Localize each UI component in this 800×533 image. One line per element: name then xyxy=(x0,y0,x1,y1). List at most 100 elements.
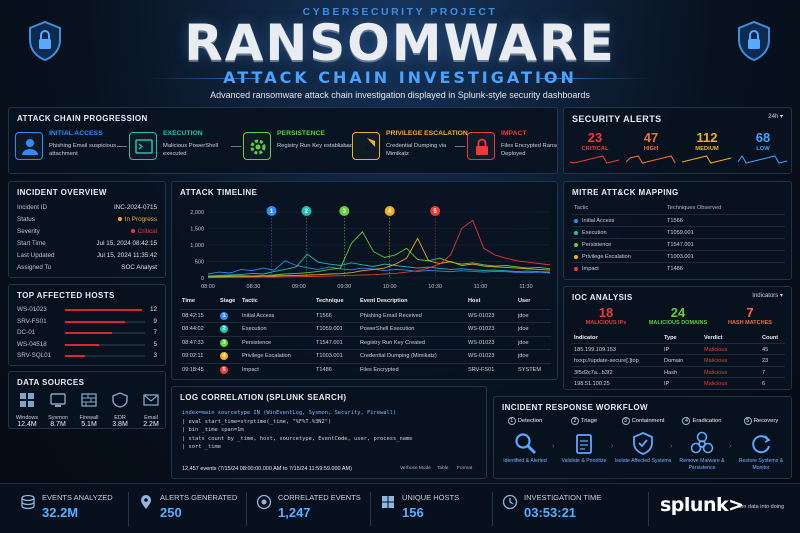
table-row[interactable]: 198.51.100.25 IP Malicious 6 xyxy=(572,376,785,389)
table-row[interactable]: 08:44:02 2 Execution T1059.001 PowerShell Ex… xyxy=(180,322,551,334)
stat-events-analyzed: EVENTS ANALYZED 32.2M xyxy=(20,491,130,527)
table-row[interactable]: 09:02:11 4 Privilege Escalation T1003.001 Cr… xyxy=(180,349,551,361)
chain-arrow xyxy=(455,146,465,147)
tactic-name: Impact xyxy=(582,266,599,272)
stage-description: Credential Dumping via Mimikatz xyxy=(386,143,447,157)
indicator-filter-dropdown[interactable]: Indicators ▾ xyxy=(752,292,783,299)
data-source-windows[interactable]: Windows 12.4M xyxy=(12,391,42,428)
ioc-summary-0[interactable]: 18 MALICIOUS IPs xyxy=(572,305,640,326)
stat-investigation-time: INVESTIGATION TIME 03:53:21 xyxy=(502,491,612,527)
table-row[interactable]: 185.199.109.153 IP Malicious 45 xyxy=(572,343,785,355)
table-row[interactable]: hxxp://update-secure[.]top Domain Maliciou… xyxy=(572,354,785,366)
splunk-search-query[interactable]: index=main sourcetype IN (WinEventLog, S… xyxy=(182,409,412,452)
alert-high[interactable]: 47 HIGH xyxy=(625,130,676,171)
workflow-arrow: › xyxy=(552,443,555,450)
data-source-email[interactable]: Email 2.2M xyxy=(136,391,165,428)
page-title: RANSOMWARE xyxy=(184,14,616,72)
alert-count: 23 xyxy=(587,130,603,145)
step-description: Identified & Alerted xyxy=(503,458,547,464)
table-cell: 08:42:15 xyxy=(182,312,204,319)
attack-stage-execution[interactable]: EXECUTION Malicious PowerShell executed xyxy=(129,130,241,172)
x-tick-label: 08:00 xyxy=(201,284,215,290)
data-source-edr[interactable]: EDR 3.8M xyxy=(105,391,135,428)
host-row[interactable]: WS-01023 12 xyxy=(17,306,157,313)
pin-icon xyxy=(138,494,154,510)
workflow-step-triage[interactable]: 2 Triage Validate & Prioritize xyxy=(555,417,613,465)
host-bar-track xyxy=(65,320,146,323)
mitre-row[interactable]: Execution T1059.001 xyxy=(572,226,785,238)
data-source-volume: 2.2M xyxy=(143,421,159,428)
column-header: Host xyxy=(468,298,481,304)
table-row[interactable]: 08:47:33 3 Persistence T1547.001 Registry Ru… xyxy=(180,335,551,348)
alert-critical[interactable]: 23 CRITICAL xyxy=(569,130,620,171)
table-row[interactable]: 08:42:15 1 Initial Access T1566 Phishing Ema… xyxy=(180,308,551,321)
padlock-icon xyxy=(467,132,495,160)
table-cell: hxxp://update-secure[.]top xyxy=(574,358,639,365)
attack-stage-privilege-escalation[interactable]: PRIVILEGE ESCALATION Credential Dumping v… xyxy=(352,130,468,172)
ioc-summary-2[interactable]: 7 HASH MATCHES xyxy=(716,305,784,326)
mitre-row[interactable]: Persistence T1547.001 xyxy=(572,238,785,250)
view-mode-1[interactable]: Table xyxy=(437,466,448,471)
view-mode-2[interactable]: Format xyxy=(457,466,472,471)
host-bar-track xyxy=(65,332,146,334)
workflow-step-detection[interactable]: 1 Detection Identified & Alerted xyxy=(496,417,554,465)
clipboard-icon xyxy=(571,431,597,455)
host-row[interactable]: SRV-FS01 9 xyxy=(17,318,157,325)
mitre-row[interactable]: Initial Access T1566 xyxy=(572,214,785,226)
mitre-row[interactable]: Impact T1486 xyxy=(572,262,785,274)
x-tick-label: 08:30 xyxy=(247,284,261,290)
table-cell: 09:02:11 xyxy=(182,353,204,360)
mitre-row[interactable]: Privilege Escalation T1003.001 xyxy=(572,250,785,262)
view-mode-0[interactable]: Verbose Mode xyxy=(400,466,431,471)
column-header: Stage xyxy=(220,298,236,304)
data-source-sysmon[interactable]: Sysmon 8.7M xyxy=(43,391,73,428)
workflow-step-containment[interactable]: 3 Containment Isolate Affected Systems xyxy=(614,417,672,465)
stat-value: 1,247 xyxy=(278,505,311,520)
table-cell: IP xyxy=(664,380,670,387)
alert-medium[interactable]: 112 MEDIUM xyxy=(681,130,732,171)
alert-sparkline xyxy=(569,155,620,164)
table-cell: PowerShell Execution xyxy=(360,326,415,333)
host-row[interactable]: DC-01 7 xyxy=(17,329,157,336)
table-cell: jdoe xyxy=(518,326,529,333)
chain-arrow xyxy=(117,146,127,147)
ioc-summary-1[interactable]: 24 MALICIOUS DOMAINS xyxy=(644,305,712,326)
workflow-step-recovery[interactable]: 5 Recovery Restore Systems & Monitor xyxy=(732,417,790,472)
step-header: 5 Recovery xyxy=(732,417,790,425)
tactic-name: Initial Access xyxy=(582,218,615,224)
panel-title: INCIDENT OVERVIEW xyxy=(17,188,107,197)
column-header: Count xyxy=(762,335,779,341)
attack-stage-impact[interactable]: IMPACT Files Encrypted Ransom Note Deploy… xyxy=(467,130,557,172)
table-row[interactable]: 3f5d2c7a...b3f2 Hash Malicious 7 xyxy=(572,365,785,378)
host-row[interactable]: SRV-SQL01 3 xyxy=(17,352,157,359)
table-cell: jdoe xyxy=(518,339,529,346)
table-cell: Registry Run Key Created xyxy=(360,339,425,346)
table-cell: jdoe xyxy=(518,312,529,319)
table-row[interactable]: 09:18:45 5 Impact T1486 Files Encrypted SRV-F… xyxy=(180,363,551,375)
gear-icon xyxy=(243,132,271,160)
host-row[interactable]: WS-04518 5 xyxy=(17,341,157,348)
column-header: Event Description xyxy=(360,298,408,304)
alert-low[interactable]: 68 LOW xyxy=(737,130,788,171)
field-label: Severity xyxy=(17,228,40,235)
chain-arrow xyxy=(340,146,350,147)
column-header: Tactic xyxy=(242,298,258,304)
tactic-color-dot xyxy=(574,243,578,247)
attack-stage-persistence[interactable]: PERSISTENCE Registry Run Key established xyxy=(243,130,355,172)
panel-title: LOG CORRELATION (SPLUNK SEARCH) xyxy=(180,393,347,402)
step-description: Isolate Affected Systems xyxy=(614,458,672,464)
database-icon xyxy=(20,494,36,510)
stage-description: Malicious PowerShell executed xyxy=(163,143,219,157)
table-cell: T1059.001 xyxy=(316,326,343,333)
time-range-dropdown[interactable]: 24h ▾ xyxy=(768,113,783,120)
table-cell: SRV-FS01 xyxy=(468,367,495,373)
workflow-step-eradication[interactable]: 4 Eradication Remove Malware & Persistence xyxy=(673,417,731,472)
alert-sparkline xyxy=(681,155,732,164)
host-name: SRV-SQL01 xyxy=(17,352,52,359)
workflow-arrow: › xyxy=(670,443,673,450)
table-cell: 3f5d2c7a...b3f2 xyxy=(574,369,613,376)
alert-count: 112 xyxy=(696,130,718,145)
data-source-firewall[interactable]: Firewall 5.1M xyxy=(74,391,104,428)
stat-value: 156 xyxy=(402,505,424,520)
attack-stage-initial-access[interactable]: INITIAL ACCESS Phishing Email suspicious … xyxy=(15,130,127,172)
